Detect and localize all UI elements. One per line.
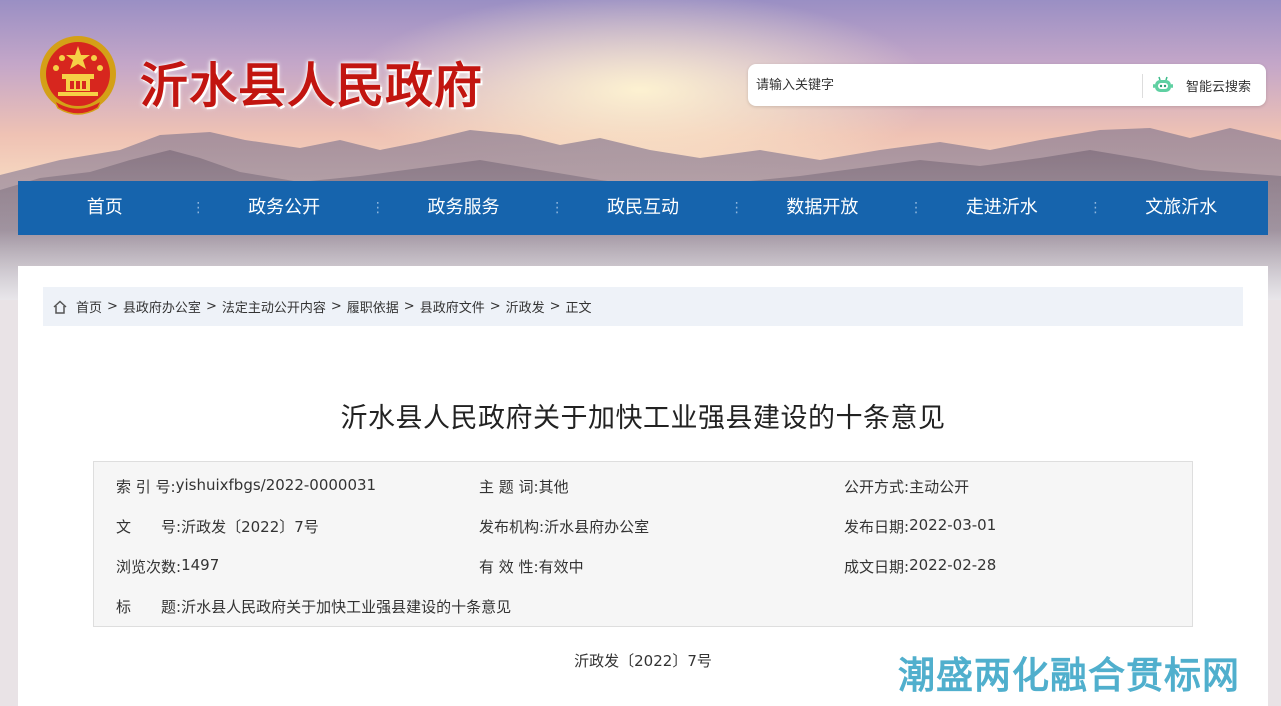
home-icon [53, 299, 67, 314]
meta-issuer-value: 沂水县府办公室 [544, 518, 650, 536]
smart-search-label: 智能云搜索 [1186, 79, 1252, 95]
meta-title: 标 题: 沂水县人民政府关于加快工业强县建设的十条意见 [116, 596, 511, 617]
meta-docno: 文 号: 沂政发〔2022〕7号 [116, 516, 319, 537]
breadcrumb: 首页 > 县政府办公室 > 法定主动公开内容 > 履职依据 > 县政府文件 > … [43, 287, 1243, 326]
search-input[interactable] [756, 74, 1136, 96]
smart-search-button[interactable]: 智能云搜索 [1150, 70, 1262, 100]
breadcrumb-county-documents[interactable]: 县政府文件 [420, 297, 485, 316]
meta-index-label: 索 引 号: [116, 478, 176, 496]
article-title: 沂水县人民政府关于加快工业强县建设的十条意见 [340, 403, 946, 434]
meta-views: 浏览次数: 1497 [116, 556, 219, 577]
document-meta-table: 索 引 号: yishuixfbgs/2022-0000031 主 题 词: 其… [93, 461, 1193, 627]
breadcrumb-separator: > [107, 299, 118, 314]
meta-disclosure-label: 公开方式: [844, 478, 910, 496]
meta-title-label: 标 题: [116, 598, 182, 616]
mountain-landscape [0, 128, 1281, 300]
content-panel: 首页 > 县政府办公室 > 法定主动公开内容 > 履职依据 > 县政府文件 > … [18, 266, 1268, 706]
watermark: 潮盛两化融合贯标网 [898, 654, 1240, 697]
meta-topic-value: 其他 [538, 478, 569, 496]
meta-docno-label: 文 号: [116, 518, 182, 536]
site-title[interactable]: 沂水县人民政府 [140, 46, 483, 116]
meta-validity-value: 有效中 [538, 558, 584, 576]
meta-topic: 主 题 词: 其他 [479, 476, 569, 497]
breadcrumb-duty-basis[interactable]: 履职依据 [347, 297, 399, 316]
nav-item-tourism[interactable]: 文旅沂水 [1095, 181, 1268, 235]
meta-topic-label: 主 题 词: [479, 478, 539, 496]
meta-index-value: yishuixfbgs/2022-0000031 [175, 476, 377, 494]
meta-pubdate-value: 2022-03-01 [909, 516, 997, 534]
meta-issuer-label: 发布机构: [479, 518, 545, 536]
meta-disclosure-value: 主动公开 [909, 478, 970, 496]
meta-created-label: 成文日期: [844, 558, 910, 576]
national-emblem-icon [40, 36, 116, 115]
breadcrumb-separator: > [549, 299, 561, 314]
nav-item-open-data[interactable]: 数据开放 [736, 181, 909, 235]
meta-views-label: 浏览次数: [116, 558, 182, 576]
robot-icon [1153, 76, 1173, 92]
nav-item-government-affairs[interactable]: 政务公开 [197, 181, 370, 235]
meta-created-value: 2022-02-28 [909, 556, 997, 574]
breadcrumb-separator: > [205, 299, 217, 314]
meta-title-value: 沂水县人民政府关于加快工业强县建设的十条意见 [181, 598, 512, 616]
nav-item-home[interactable]: 首页 [18, 181, 191, 235]
nav-item-about-yishui[interactable]: 走进沂水 [915, 181, 1088, 235]
breadcrumb-separator: > [330, 299, 342, 314]
search-box: 智能云搜索 [748, 64, 1266, 106]
meta-pubdate-label: 发布日期: [844, 518, 910, 536]
breadcrumb-separator: > [403, 299, 415, 314]
nav-item-government-services[interactable]: 政务服务 [377, 181, 550, 235]
meta-views-value: 1497 [181, 556, 220, 574]
breadcrumb-county-office[interactable]: 县政府办公室 [123, 297, 201, 316]
meta-created: 成文日期: 2022-02-28 [844, 556, 996, 577]
meta-pubdate: 发布日期: 2022-03-01 [844, 516, 996, 537]
breadcrumb-home[interactable]: 首页 [76, 297, 102, 316]
meta-disclosure: 公开方式: 主动公开 [844, 476, 969, 497]
meta-index: 索 引 号: yishuixfbgs/2022-0000031 [116, 476, 376, 497]
search-divider [1142, 74, 1143, 98]
breadcrumb-disclosure-content[interactable]: 法定主动公开内容 [222, 297, 326, 316]
breadcrumb-yizhengfa[interactable]: 沂政发 [506, 297, 545, 316]
meta-validity-label: 有 效 性: [479, 558, 539, 576]
breadcrumb-current: 正文 [565, 301, 592, 316]
main-nav: 首页 ⋮ 政务公开 ⋮ 政务服务 ⋮ 政民互动 ⋮ 数据开放 ⋮ 走进沂水 ⋮ … [18, 181, 1268, 235]
nav-item-interaction[interactable]: 政民互动 [556, 181, 729, 235]
meta-docno-value: 沂政发〔2022〕7号 [181, 518, 319, 536]
breadcrumb-separator: > [489, 299, 501, 314]
meta-issuer: 发布机构: 沂水县府办公室 [479, 516, 649, 537]
meta-validity: 有 效 性: 有效中 [479, 556, 584, 577]
